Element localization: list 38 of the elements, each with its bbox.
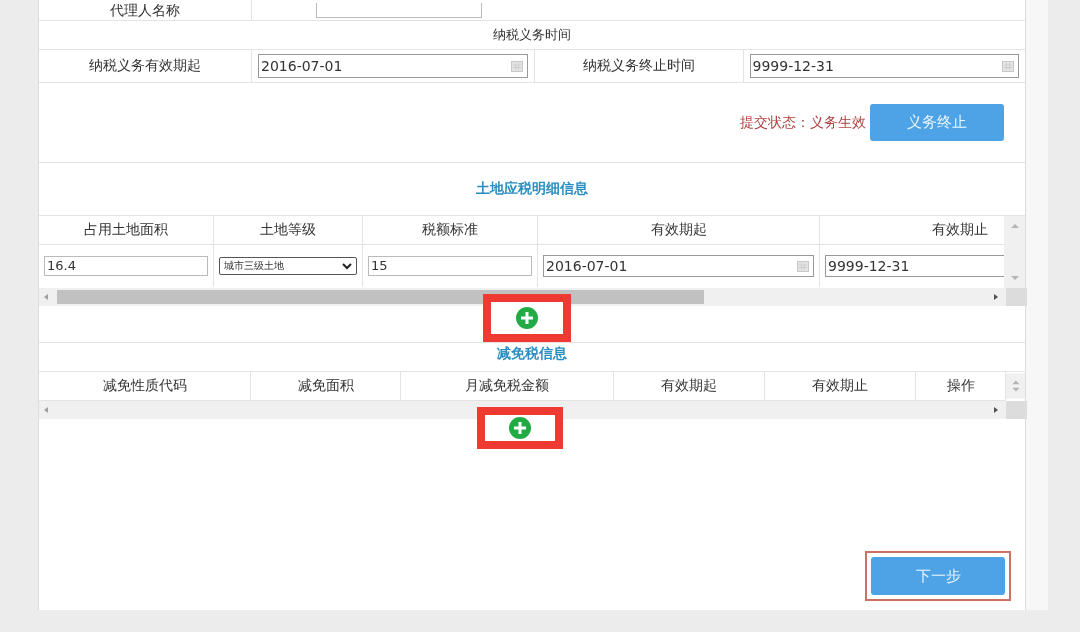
calendar-icon[interactable] (797, 260, 809, 272)
date-field[interactable]: 2016-07-01 (258, 54, 528, 78)
horizontal-scrollbar[interactable] (39, 288, 1027, 306)
date-field[interactable]: 9999-12-31 (749, 54, 1019, 78)
plus-icon (515, 306, 539, 330)
column-header: 减免面积 (297, 377, 354, 395)
chevron-icon (342, 262, 352, 270)
column-header: 月减免税金额 (465, 377, 549, 395)
section-heading: 纳税义务时间 (493, 26, 571, 44)
plus-icon (508, 416, 532, 440)
input-field[interactable]: 15 (368, 256, 532, 276)
column-header: 土地等级 (260, 221, 316, 239)
section-title: 土地应税明细信息 (476, 180, 588, 198)
column-header: 有效期止 (931, 221, 988, 239)
calendar-icon[interactable] (510, 60, 523, 72)
section-title: 减免税信息 (497, 345, 567, 363)
field-label: 纳税义务有效期起 (39, 50, 252, 82)
calendar-icon[interactable] (1002, 60, 1014, 72)
add-button[interactable] (485, 415, 555, 441)
column-header: 税额标准 (422, 221, 478, 239)
column-header: 占用土地面积 (84, 221, 168, 239)
input-field[interactable]: 16.4 (44, 256, 208, 276)
column-header: 有效期起 (661, 377, 717, 395)
vertical-scrollbar[interactable] (1006, 372, 1025, 400)
column-header: 操作 (946, 377, 975, 395)
column-header: 减免性质代码 (102, 377, 187, 395)
add-button[interactable] (491, 302, 563, 334)
field-label: 纳税义务终止时间 (533, 50, 744, 82)
input-field[interactable] (316, 2, 482, 18)
dropdown[interactable]: 城市三级土地 (219, 257, 357, 275)
column-header: 有效期起 (650, 221, 707, 239)
column-header: 有效期止 (812, 377, 868, 395)
status-text: 提交状态：义务生效 (740, 113, 866, 132)
horizontal-scrollbar[interactable] (39, 401, 1027, 419)
date-field[interactable]: 9999-12-31 (825, 255, 1005, 277)
vertical-scrollbar[interactable] (1004, 216, 1025, 288)
field-label: 代理人名称 (39, 0, 252, 20)
date-field[interactable]: 2016-07-01 (543, 255, 814, 277)
